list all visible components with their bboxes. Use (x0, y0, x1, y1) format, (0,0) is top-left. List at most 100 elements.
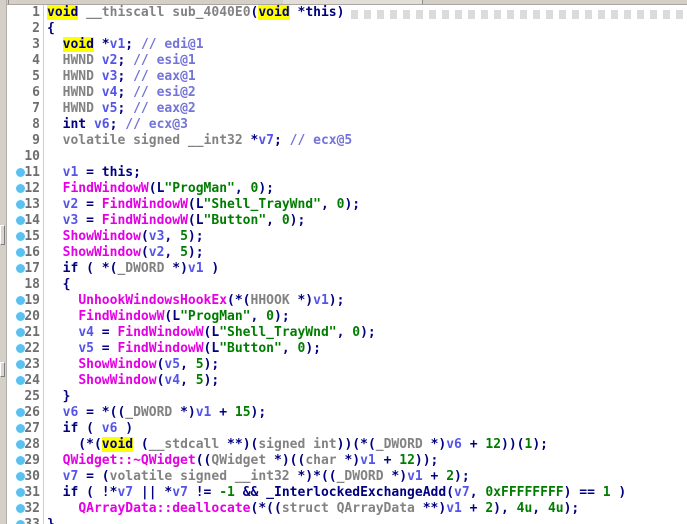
code-line[interactable]: 30 v7 = (volatile signed __int32 *)*((_D… (7, 469, 687, 485)
code-text[interactable]: v2 = FindWindowW(L"Shell_TrayWnd", 0); (44, 197, 687, 213)
breakpoint-dot-icon[interactable] (16, 440, 25, 449)
breakpoint-dot-icon[interactable] (16, 376, 25, 385)
breakpoint-dot-icon[interactable] (16, 184, 25, 193)
code-text[interactable]: v4 = FindWindowW(L"Shell_TrayWnd", 0); (44, 325, 687, 341)
code-text[interactable]: v6 = *((_DWORD *)v1 + 15); (44, 405, 687, 421)
code-line[interactable]: 24 ShowWindow(v4, 5); (7, 373, 687, 389)
code-line[interactable]: 18 { (7, 277, 687, 293)
code-line[interactable]: 31 if ( !*v7 || *v7 != -1 && _Interlocke… (7, 485, 687, 501)
code-text[interactable]: { (44, 277, 687, 293)
code-line[interactable]: 19 UnhookWindowsHookEx(*(HHOOK *)v1); (7, 293, 687, 309)
variable-token: v3 (149, 229, 165, 244)
breakpoint-dot-icon[interactable] (16, 296, 25, 305)
code-line[interactable]: 25 } (7, 389, 687, 405)
code-token: { (47, 277, 70, 292)
code-line[interactable]: 28 (*(void (__stdcall **)(signed int))(*… (7, 437, 687, 453)
code-line[interactable]: 14 v3 = FindWindowW(L"Button", 0); (7, 213, 687, 229)
breakpoint-dot-icon[interactable] (16, 360, 25, 369)
code-line[interactable]: 27 if ( v6 ) (7, 421, 687, 437)
code-line[interactable]: 10 (7, 149, 687, 165)
variable-token: v1 (313, 293, 329, 308)
code-text[interactable]: QWidget::~QWidget((QWidget *)((char *)v1… (44, 453, 687, 469)
breakpoint-dot-icon[interactable] (16, 264, 25, 273)
code-line[interactable]: 8 int v6; // ecx@3 (7, 117, 687, 133)
code-text[interactable]: v7 = (volatile signed __int32 *)*((_DWOR… (44, 469, 687, 485)
type-token: HWND (63, 85, 94, 100)
code-token: ); (204, 357, 220, 372)
code-line[interactable]: 23 ShowWindow(v5, 5); (7, 357, 687, 373)
code-text[interactable]: ShowWindow(v5, 5); (44, 357, 687, 373)
code-text[interactable]: QArrayData::deallocate(*((struct QArrayD… (44, 501, 687, 517)
code-line[interactable]: 4 HWND v2; // esi@1 (7, 53, 687, 69)
code-line[interactable]: 3 void *v1; // edi@1 (7, 37, 687, 53)
code-line[interactable]: 2{ (7, 21, 687, 37)
breakpoint-dot-icon[interactable] (16, 456, 25, 465)
code-token: ); (251, 405, 267, 420)
code-text[interactable]: (*(void (__stdcall **)(signed int))(*(_D… (44, 437, 687, 453)
code-line[interactable]: 5 HWND v3; // eax@1 (7, 69, 687, 85)
code-line[interactable]: 1void __thiscall sub_4040E0(void *this) (7, 5, 687, 21)
code-text[interactable]: if ( *(_DWORD *)v1 ) (44, 261, 687, 277)
code-line[interactable]: 12 FindWindowW(L"ProgMan", 0); (7, 181, 687, 197)
code-line[interactable]: 33} (7, 517, 687, 524)
variable-token: v4 (102, 85, 118, 100)
code-text[interactable] (44, 149, 687, 165)
breakpoint-dot-icon[interactable] (16, 200, 25, 209)
breakpoint-dot-icon[interactable] (16, 248, 25, 257)
code-text[interactable]: HWND v2; // esi@1 (44, 53, 687, 69)
code-text[interactable]: volatile signed __int32 *v7; // ecx@5 (44, 133, 687, 149)
code-text[interactable]: HWND v4; // esi@2 (44, 85, 687, 101)
code-token: ); (305, 341, 321, 356)
code-line[interactable]: 26 v6 = *((_DWORD *)v1 + 15); (7, 405, 687, 421)
splitter-handle[interactable] (0, 362, 5, 377)
breakpoint-dot-icon[interactable] (16, 488, 25, 497)
code-text[interactable]: int v6; // ecx@3 (44, 117, 687, 133)
line-number: 31 (24, 485, 40, 500)
code-text[interactable]: v1 = this; (44, 165, 687, 181)
code-text[interactable]: FindWindowW(L"ProgMan", 0); (44, 181, 687, 197)
code-text[interactable]: v5 = FindWindowW(L"Button", 0); (44, 341, 687, 357)
code-token: , (164, 229, 180, 244)
splitter-handle[interactable] (0, 225, 5, 245)
breakpoint-dot-icon[interactable] (16, 504, 25, 513)
code-text[interactable]: HWND v5; // eax@2 (44, 101, 687, 117)
code-text[interactable]: UnhookWindowsHookEx(*(HHOOK *)v1); (44, 293, 687, 309)
code-text[interactable]: if ( !*v7 || *v7 != -1 && _InterlockedEx… (44, 485, 687, 501)
breakpoint-dot-icon[interactable] (16, 216, 25, 225)
code-text[interactable]: void __thiscall sub_4040E0(void *this) (44, 5, 687, 21)
code-text[interactable]: ShowWindow(v4, 5); (44, 373, 687, 389)
code-text[interactable]: HWND v3; // eax@1 (44, 69, 687, 85)
breakpoint-dot-icon[interactable] (16, 424, 25, 433)
code-line[interactable]: 32 QArrayData::deallocate(*((struct QArr… (7, 501, 687, 517)
code-line[interactable]: 21 v4 = FindWindowW(L"Shell_TrayWnd", 0)… (7, 325, 687, 341)
breakpoint-dot-icon[interactable] (16, 168, 25, 177)
code-line[interactable]: 9 volatile signed __int32 *v7; // ecx@5 (7, 133, 687, 149)
code-line[interactable]: 13 v2 = FindWindowW(L"Shell_TrayWnd", 0)… (7, 197, 687, 213)
breakpoint-dot-icon[interactable] (16, 472, 25, 481)
breakpoint-dot-icon[interactable] (16, 232, 25, 241)
code-text[interactable]: if ( v6 ) (44, 421, 687, 437)
breakpoint-dot-icon[interactable] (16, 328, 25, 337)
code-line[interactable]: 16 ShowWindow(v2, 5); (7, 245, 687, 261)
code-text[interactable]: } (44, 517, 687, 524)
code-text[interactable]: ShowWindow(v3, 5); (44, 229, 687, 245)
breakpoint-dot-icon[interactable] (16, 344, 25, 353)
code-text[interactable]: } (44, 389, 687, 405)
code-line[interactable]: 15 ShowWindow(v3, 5); (7, 229, 687, 245)
code-text[interactable]: FindWindowW(L"ProgMan", 0); (44, 309, 687, 325)
code-line[interactable]: 29 QWidget::~QWidget((QWidget *)((char *… (7, 453, 687, 469)
breakpoint-dot-icon[interactable] (16, 520, 25, 524)
code-text[interactable]: { (44, 21, 687, 37)
code-line[interactable]: 6 HWND v4; // esi@2 (7, 85, 687, 101)
breakpoint-dot-icon[interactable] (16, 312, 25, 321)
code-text[interactable]: void *v1; // edi@1 (44, 37, 687, 53)
navband-strip[interactable] (0, 0, 7, 524)
breakpoint-dot-icon[interactable] (16, 408, 25, 417)
code-line[interactable]: 7 HWND v5; // eax@2 (7, 101, 687, 117)
code-line[interactable]: 20 FindWindowW(L"ProgMan", 0); (7, 309, 687, 325)
code-line[interactable]: 11 v1 = this; (7, 165, 687, 181)
code-line[interactable]: 17 if ( *(_DWORD *)v1 ) (7, 261, 687, 277)
code-line[interactable]: 22 v5 = FindWindowW(L"Button", 0); (7, 341, 687, 357)
code-text[interactable]: ShowWindow(v2, 5); (44, 245, 687, 261)
code-text[interactable]: v3 = FindWindowW(L"Button", 0); (44, 213, 687, 229)
